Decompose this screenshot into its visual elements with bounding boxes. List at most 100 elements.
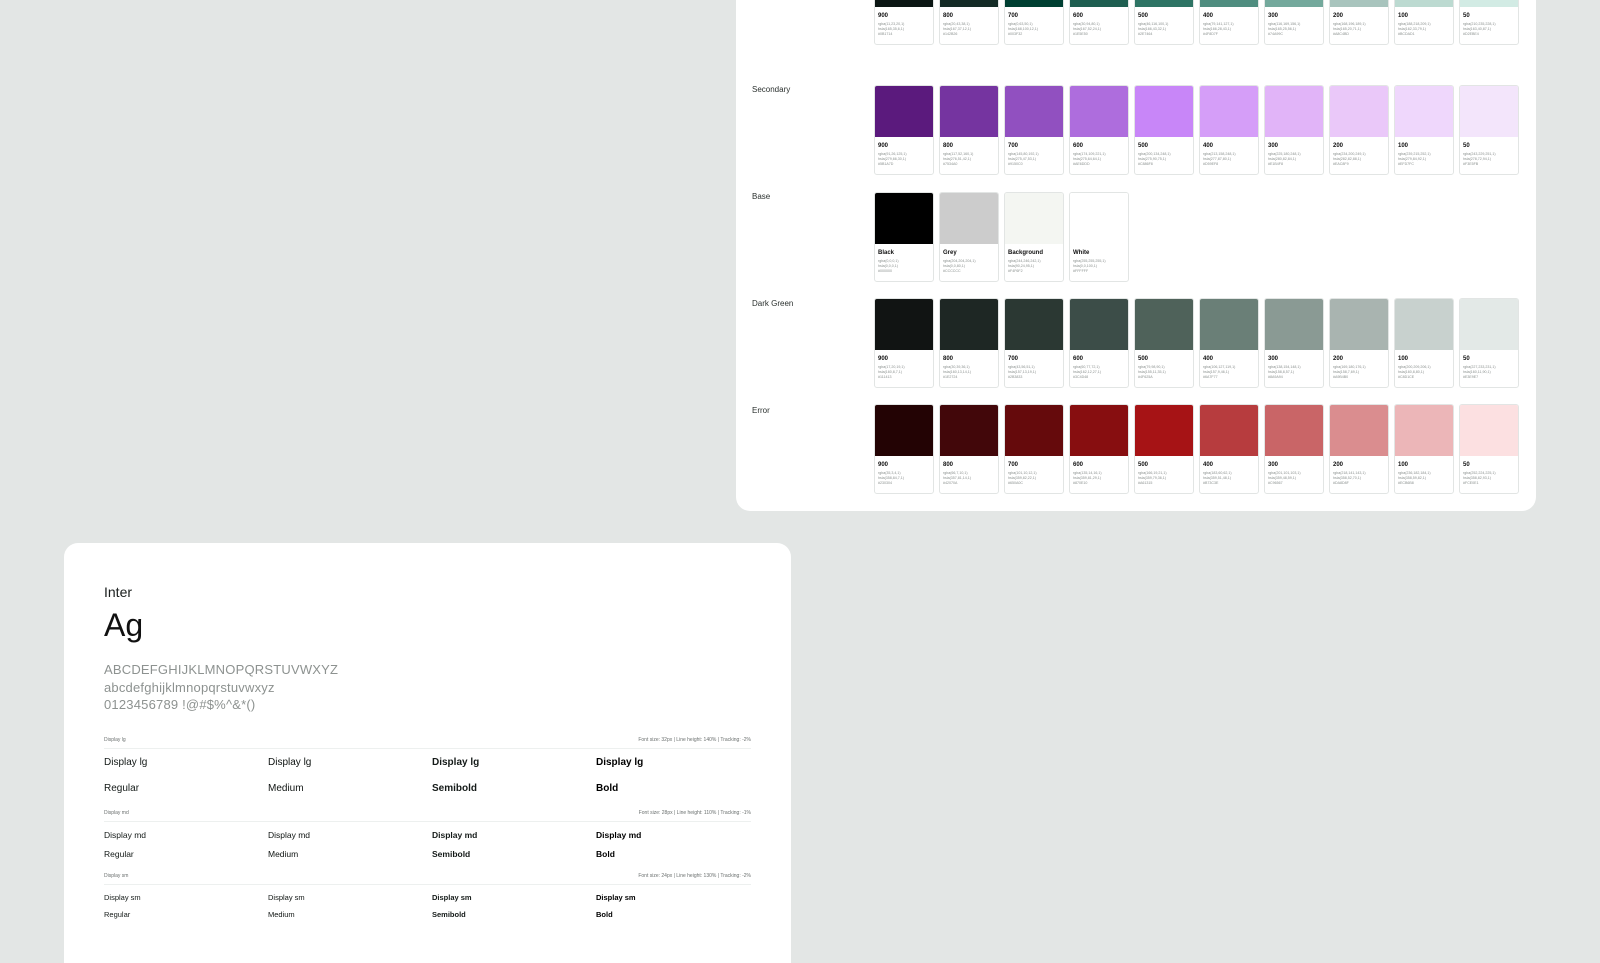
color-swatch[interactable]: 400 rgba(213,158,248,1) hsla(277,87,80,1) #… xyxy=(1199,85,1259,175)
color-chip xyxy=(1265,0,1323,7)
color-chip xyxy=(1460,0,1518,7)
swatch-value-line: #9150C0 xyxy=(1008,162,1023,166)
swatch-value-line: #1E2724 xyxy=(943,375,958,379)
color-swatch[interactable]: 600 rgba(174,109,221,1) hsla(275,64,64,1) #… xyxy=(1069,85,1129,175)
color-swatch[interactable]: 500 rgba(200,134,248,1) hsla(275,90,75,1) #… xyxy=(1134,85,1194,175)
weight-label-regular: Regular xyxy=(104,910,131,919)
color-chip xyxy=(1135,405,1193,456)
swatch-name: 800 xyxy=(943,13,954,19)
color-swatch[interactable]: 400 rgba(183,60,62,1) hsla(359,51,48,1) #B7… xyxy=(1199,404,1259,494)
color-swatch[interactable]: 300 rgba(116,169,156,1) hsla(165,25,56,1) #… xyxy=(1264,0,1324,45)
swatch-value-line: #6A7F77 xyxy=(1203,375,1218,379)
color-swatch[interactable]: 50 rgba(243,229,251,1) hsla(278,72,94,1) #F… xyxy=(1459,85,1519,175)
swatch-value-line: #650A0C xyxy=(1008,481,1023,485)
swatch-value-line: #DA8D8F xyxy=(1333,481,1349,485)
swatch-values: rgba(234,200,249,1) hsla(282,82,88,1) #EAC… xyxy=(1333,152,1386,167)
swatch-values: rgba(91,26,125,1) hsla(279,66,30,1) #5B1A7… xyxy=(878,152,931,167)
swatch-value-line: #870E10 xyxy=(1073,481,1088,485)
swatch-values: rgba(43,56,51,1) hsla(157,13,19,1) #2B3833 xyxy=(1008,365,1061,380)
swatch-values: rgba(17,20,19,1) hsla(160,8,7,1) #111413 xyxy=(878,365,931,380)
color-swatch[interactable]: Grey rgba(204,204,204,1) hsla(0,0,80,1) #CC… xyxy=(939,192,999,282)
palette-row-label-base: Base xyxy=(752,192,771,201)
swatch-value-line: #C886F8 xyxy=(1138,162,1153,166)
color-swatch[interactable]: Black rgba(0,0,0,1) hsla(0,0,0,1) #000000 xyxy=(874,192,934,282)
type-sample-regular: Display md xyxy=(104,830,147,840)
font-family-name: Inter xyxy=(104,584,133,600)
swatch-name: 800 xyxy=(943,462,954,468)
color-swatch[interactable]: 400 rgba(106,127,119,1) hsla(157,9,46,1) #6… xyxy=(1199,298,1259,388)
color-chip xyxy=(1395,405,1453,456)
type-spec-label: Display md xyxy=(104,810,129,816)
color-chip xyxy=(875,86,933,137)
color-swatch[interactable]: 100 rgba(200,209,206,1) hsla(160,8,80,1) #C… xyxy=(1394,298,1454,388)
palette-row-label-dark-green: Dark Green xyxy=(752,299,794,308)
swatch-values: rgba(252,224,225,1) hsla(358,82,93,1) #FCE… xyxy=(1463,471,1516,486)
weight-label-regular: Regular xyxy=(104,849,134,859)
color-swatch[interactable]: 900 rgba(17,20,19,1) hsla(160,8,7,1) #11141… xyxy=(874,298,934,388)
swatch-name: 100 xyxy=(1398,462,1409,468)
color-swatch[interactable]: 100 rgba(236,182,184,1) hsla(358,59,82,1) #… xyxy=(1394,404,1454,494)
color-swatch[interactable]: 700 rgba(43,56,51,1) hsla(157,13,19,1) #2B3… xyxy=(1004,298,1064,388)
divider xyxy=(104,748,751,749)
color-chip xyxy=(1265,405,1323,456)
color-swatch[interactable]: 300 rgba(138,154,148,1) hsla(158,8,57,1) #8… xyxy=(1264,298,1324,388)
color-swatch[interactable]: 200 rgba(169,180,176,1) hsla(158,7,69,1) #A… xyxy=(1329,298,1389,388)
color-swatch[interactable]: 100 rgba(239,215,252,1) hsla(279,84,92,1) #… xyxy=(1394,85,1454,175)
swatch-value-line: #EAC8F9 xyxy=(1333,162,1349,166)
color-swatch[interactable]: 600 rgba(30,94,80,1) hsla(167,52,24,1) #1E5… xyxy=(1069,0,1129,45)
color-swatch[interactable]: 50 rgba(252,224,225,1) hsla(358,82,93,1) #F… xyxy=(1459,404,1519,494)
swatch-value-line: #D2EBE4 xyxy=(1463,32,1479,36)
color-swatch[interactable]: 100 rgba(188,218,209,1) hsla(162,33,79,1) #… xyxy=(1394,0,1454,45)
palette-row-dark-green: 900 rgba(17,20,19,1) hsla(160,8,7,1) #11141… xyxy=(874,298,1524,388)
color-swatch[interactable]: 800 rgba(117,52,160,1) hsla(276,51,42,1) #7… xyxy=(939,85,999,175)
swatch-value-line: #42070A xyxy=(943,481,958,485)
color-swatch[interactable]: 500 rgba(79,98,90,1) hsla(155,11,35,1) #4F6… xyxy=(1134,298,1194,388)
color-swatch[interactable]: 800 rgba(20,43,38,1) hsla(167,37,12,1) #142… xyxy=(939,0,999,45)
swatch-name: 50 xyxy=(1463,13,1470,19)
swatch-name: 600 xyxy=(1073,13,1084,19)
color-swatch[interactable]: 600 rgba(60,77,72,1) hsla(162,12,27,1) #3C4… xyxy=(1069,298,1129,388)
color-swatch[interactable]: 700 rgba(101,10,12,1) hsla(359,82,22,1) #65… xyxy=(1004,404,1064,494)
color-chip xyxy=(1265,86,1323,137)
color-swatch[interactable]: 50 rgba(227,233,231,1) hsla(160,11,90,1) #E… xyxy=(1459,298,1519,388)
color-swatch[interactable]: 200 rgba(218,141,143,1) hsla(358,52,70,1) #… xyxy=(1329,404,1389,494)
swatch-values: rgba(20,43,38,1) hsla(167,37,12,1) #142B26 xyxy=(943,22,996,37)
color-swatch[interactable]: 700 rgba(145,80,192,1) hsla(275,47,53,1) #9… xyxy=(1004,85,1064,175)
swatch-value-line: #7534A0 xyxy=(943,162,958,166)
color-chip xyxy=(1135,0,1193,7)
color-swatch[interactable]: 800 rgba(66,7,10,1) hsla(357,81,14,1) #4207… xyxy=(939,404,999,494)
color-swatch[interactable]: 500 rgba(166,19,21,1) hsla(359,79,36,1) #A6… xyxy=(1134,404,1194,494)
swatch-values: rgba(106,127,119,1) hsla(157,9,46,1) #6A7F… xyxy=(1203,365,1256,380)
color-swatch[interactable]: 50 rgba(210,235,228,1) hsla(163,40,87,1) #D… xyxy=(1459,0,1519,45)
color-swatch[interactable]: White rgba(255,255,255,1) hsla(0,0,100,1) #… xyxy=(1069,192,1129,282)
color-palette-card: 900 rgba(11,23,20,1) hsla(165,35,6,1) #0B17… xyxy=(736,0,1536,511)
color-swatch[interactable]: 200 rgba(168,196,189,1) hsla(165,20,71,1) #… xyxy=(1329,0,1389,45)
palette-row-label-secondary: Secondary xyxy=(752,85,791,94)
swatch-values: rgba(225,180,248,1) hsla(280,82,84,1) #E1B… xyxy=(1268,152,1321,167)
color-chip xyxy=(875,405,933,456)
swatch-values: rgba(200,209,206,1) hsla(160,8,80,1) #C8D1… xyxy=(1398,365,1451,380)
color-swatch[interactable]: 600 rgba(135,14,16,1) hsla(359,81,29,1) #87… xyxy=(1069,404,1129,494)
color-chip xyxy=(940,86,998,137)
swatch-value-line: #4F8D7F xyxy=(1203,32,1218,36)
color-swatch[interactable]: Background rgba(244,246,242,1) hsla(90,24,… xyxy=(1004,192,1064,282)
type-sample-regular: Display lg xyxy=(104,757,148,768)
swatch-value-line: #AE6DDD xyxy=(1073,162,1090,166)
color-swatch[interactable]: 300 rgba(225,180,248,1) hsla(280,82,84,1) #… xyxy=(1264,85,1324,175)
swatch-value-line: #2E7464 xyxy=(1138,32,1153,36)
color-swatch[interactable]: 200 rgba(234,200,249,1) hsla(282,82,88,1) #… xyxy=(1329,85,1389,175)
color-swatch[interactable]: 900 rgba(11,23,20,1) hsla(165,35,6,1) #0B17… xyxy=(874,0,934,45)
color-swatch[interactable]: 500 rgba(46,116,100,1) hsla(166,43,32,1) #2… xyxy=(1134,0,1194,45)
color-swatch[interactable]: 800 rgba(30,39,36,1) hsla(160,13,14,1) #1E2… xyxy=(939,298,999,388)
color-chip xyxy=(940,405,998,456)
color-swatch[interactable]: 900 rgba(91,26,125,1) hsla(279,66,30,1) #5B… xyxy=(874,85,934,175)
color-chip xyxy=(875,299,933,350)
color-swatch[interactable]: 400 rgba(79,141,127,1) hsla(166,28,43,1) #4… xyxy=(1199,0,1259,45)
color-swatch[interactable]: 300 rgba(201,101,103,1) hsla(359,48,59,1) #… xyxy=(1264,404,1324,494)
color-swatch[interactable]: 900 rgba(35,3,4,1) hsla(358,84,7,1) #230304 xyxy=(874,404,934,494)
color-swatch[interactable]: 700 rgba(0,63,50,1) hsla(168,100,12,1) #003… xyxy=(1004,0,1064,45)
color-chip xyxy=(1395,86,1453,137)
swatch-values: rgba(201,101,103,1) hsla(359,48,59,1) #C96… xyxy=(1268,471,1321,486)
weight-label-semibold: Semibold xyxy=(432,849,471,859)
palette-row-secondary: 900 rgba(91,26,125,1) hsla(279,66,30,1) #5B… xyxy=(874,85,1524,175)
